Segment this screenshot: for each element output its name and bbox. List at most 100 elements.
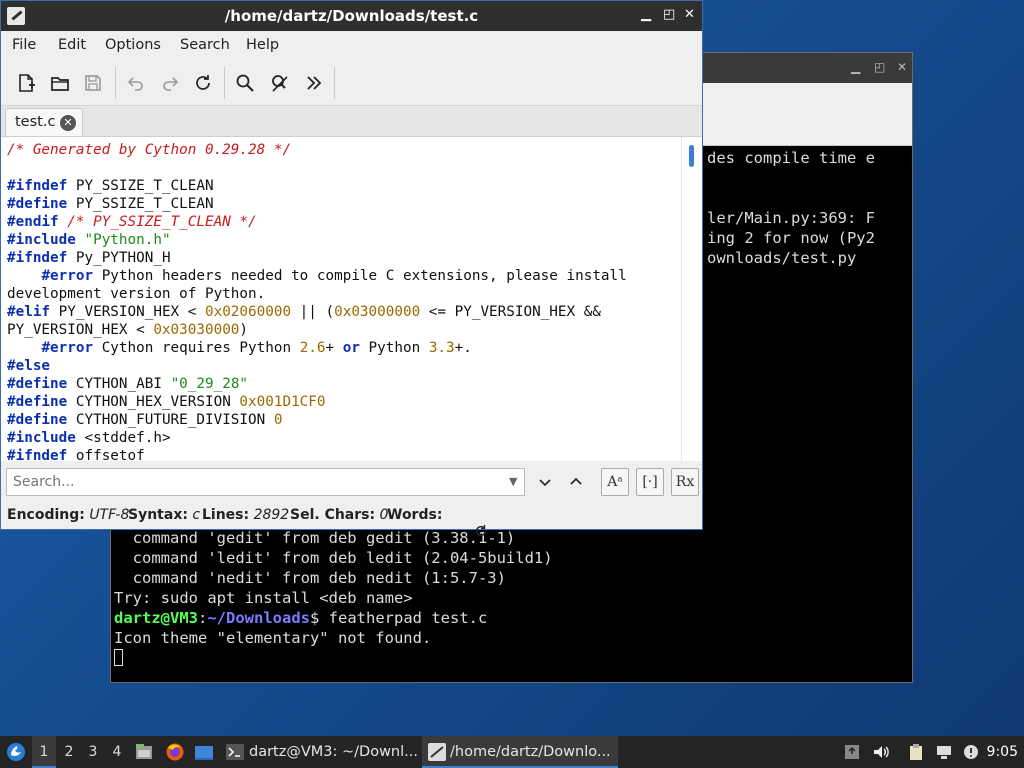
- notification-icon[interactable]: [962, 743, 980, 761]
- code-editor[interactable]: /* Generated by Cython 0.29.28 */ #ifnde…: [1, 137, 702, 461]
- regex-button[interactable]: Rx: [671, 468, 699, 496]
- code-token: #else: [7, 358, 51, 374]
- start-menu-icon[interactable]: [6, 742, 26, 762]
- code-token: "0_29_28": [170, 376, 249, 392]
- close-icon[interactable]: ✕: [897, 60, 907, 74]
- whole-word-button[interactable]: [·]: [636, 468, 664, 496]
- code-line: #elif PY_VERSION_HEX < 0x02060000 || (0x…: [7, 303, 601, 321]
- workspace-3[interactable]: 3: [81, 736, 105, 768]
- tab-test-c[interactable]: test.c ✕: [5, 108, 83, 136]
- code-token: #define: [7, 412, 68, 428]
- featherpad-window[interactable]: /home/dartz/Downloads/test.c ▁ ◰ ✕ File …: [0, 0, 703, 537]
- code-token: Python headers needed to compile C exten…: [93, 268, 627, 284]
- code-token: #ifndef: [7, 250, 68, 266]
- menu-edit[interactable]: Edit: [58, 37, 86, 53]
- search-bar: ▼ Aᵃ [·] Rx: [1, 462, 702, 502]
- code-line: PY_VERSION_HEX < 0x03030000): [7, 321, 248, 339]
- task-featherpad[interactable]: /home/dartz/Downlo...: [422, 736, 618, 768]
- code-token: 0: [273, 412, 283, 428]
- find-previous-button[interactable]: [563, 469, 589, 495]
- code-token: /* Generated by Cython 0.29.28 */: [7, 142, 292, 158]
- editor-scrollbar[interactable]: [681, 137, 702, 461]
- scrollbar-thumb[interactable]: [689, 145, 694, 167]
- reload-button[interactable]: [189, 69, 217, 97]
- code-token: ): [239, 322, 249, 338]
- code-token: PY_VERSION_HEX <: [7, 322, 154, 338]
- task-terminal[interactable]: dartz@VM3: ~/Downl...: [222, 736, 418, 768]
- search-input[interactable]: [6, 468, 525, 496]
- chevron-down-icon[interactable]: ▼: [509, 475, 517, 488]
- code-token: "Python.h": [84, 232, 171, 248]
- menu-file[interactable]: File: [12, 37, 36, 53]
- prompt-command: featherpad test.c: [328, 609, 488, 627]
- more-button[interactable]: [300, 69, 328, 97]
- toolbar-separator: [334, 67, 335, 99]
- code-token: CYTHON_HEX_VERSION: [67, 394, 240, 410]
- code-token: 0x03000000: [334, 304, 421, 320]
- find-button[interactable]: [231, 69, 259, 97]
- code-token: 2.6: [299, 340, 326, 356]
- maximize-icon[interactable]: ◰: [874, 60, 885, 74]
- find-next-button[interactable]: [532, 469, 558, 495]
- workspace-1[interactable]: 1: [32, 736, 56, 768]
- minimize-icon[interactable]: ▁: [641, 7, 651, 22]
- code-line: #error Cython requires Python 2.6+ or Py…: [7, 339, 471, 357]
- code-token: development version of Python.: [7, 286, 266, 302]
- new-file-button[interactable]: [12, 69, 40, 97]
- editor-titlebar[interactable]: /home/dartz/Downloads/test.c ▁ ◰ ✕: [1, 1, 702, 31]
- open-file-button[interactable]: [46, 69, 74, 97]
- clipboard-icon[interactable]: [907, 743, 925, 761]
- code-token: #ifndef: [7, 448, 68, 461]
- code-token: #ifndef: [7, 178, 68, 194]
- code-line: #define CYTHON_FUTURE_DIVISION 0: [7, 411, 282, 429]
- word-count-refresh-button[interactable]: [447, 508, 488, 558]
- code-token: Py_PYTHON_H: [67, 250, 171, 266]
- status-sel-chars: Sel. Chars: 0: [290, 507, 389, 523]
- refresh-icon: [475, 524, 486, 537]
- code-token: || (: [291, 304, 335, 320]
- save-icon: [85, 75, 101, 91]
- tab-close-icon[interactable]: ✕: [60, 115, 76, 131]
- updates-icon[interactable]: [843, 743, 861, 761]
- new-file-icon: [19, 74, 35, 92]
- code-token: Python: [359, 340, 429, 356]
- code-token: 3.3: [428, 340, 455, 356]
- file-manager-icon[interactable]: [134, 742, 154, 762]
- code-line: #else: [7, 357, 50, 375]
- menu-search[interactable]: Search: [180, 37, 230, 53]
- redo-button[interactable]: [156, 69, 184, 97]
- undo-icon: [127, 77, 143, 91]
- firefox-icon[interactable]: [165, 742, 185, 762]
- window-title: /home/dartz/Downloads/test.c: [224, 7, 479, 25]
- workspace-2[interactable]: 2: [57, 736, 81, 768]
- task-label: /home/dartz/Downlo...: [450, 744, 611, 760]
- menu-options[interactable]: Options: [105, 37, 161, 53]
- save-button[interactable]: [79, 69, 107, 97]
- code-token: #define: [7, 394, 68, 410]
- code-token: #include: [7, 232, 76, 248]
- network-icon[interactable]: [935, 743, 953, 761]
- prompt-user: dartz@VM3: [114, 609, 198, 627]
- terminal-line: Try: sudo apt install <deb name>: [114, 589, 413, 607]
- desktop-icon[interactable]: [194, 742, 214, 762]
- terminal-fragment: des compile time e: [707, 149, 875, 167]
- reload-icon: [196, 75, 210, 90]
- menu-help[interactable]: Help: [246, 37, 279, 53]
- code-token: PY_SSIZE_T_CLEAN: [67, 196, 214, 212]
- code-token: offsetof: [67, 448, 145, 461]
- redo-icon: [163, 77, 179, 91]
- code-token: /* PY_SSIZE_T_CLEAN */: [67, 214, 257, 230]
- code-token: CYTHON_ABI: [67, 376, 171, 392]
- close-icon[interactable]: ✕: [684, 7, 695, 22]
- code-token: #elif: [7, 304, 51, 320]
- undo-button[interactable]: [122, 69, 150, 97]
- maximize-icon[interactable]: ◰: [663, 7, 675, 22]
- workspace-4[interactable]: 4: [105, 736, 129, 768]
- clock[interactable]: 9:05: [987, 736, 1018, 768]
- replace-button[interactable]: [266, 69, 294, 97]
- toolbar-separator: [224, 67, 225, 99]
- code-token: #endif: [7, 214, 59, 230]
- match-case-button[interactable]: Aᵃ: [601, 468, 629, 496]
- volume-icon[interactable]: [872, 743, 890, 761]
- minimize-icon[interactable]: ▁: [851, 60, 860, 74]
